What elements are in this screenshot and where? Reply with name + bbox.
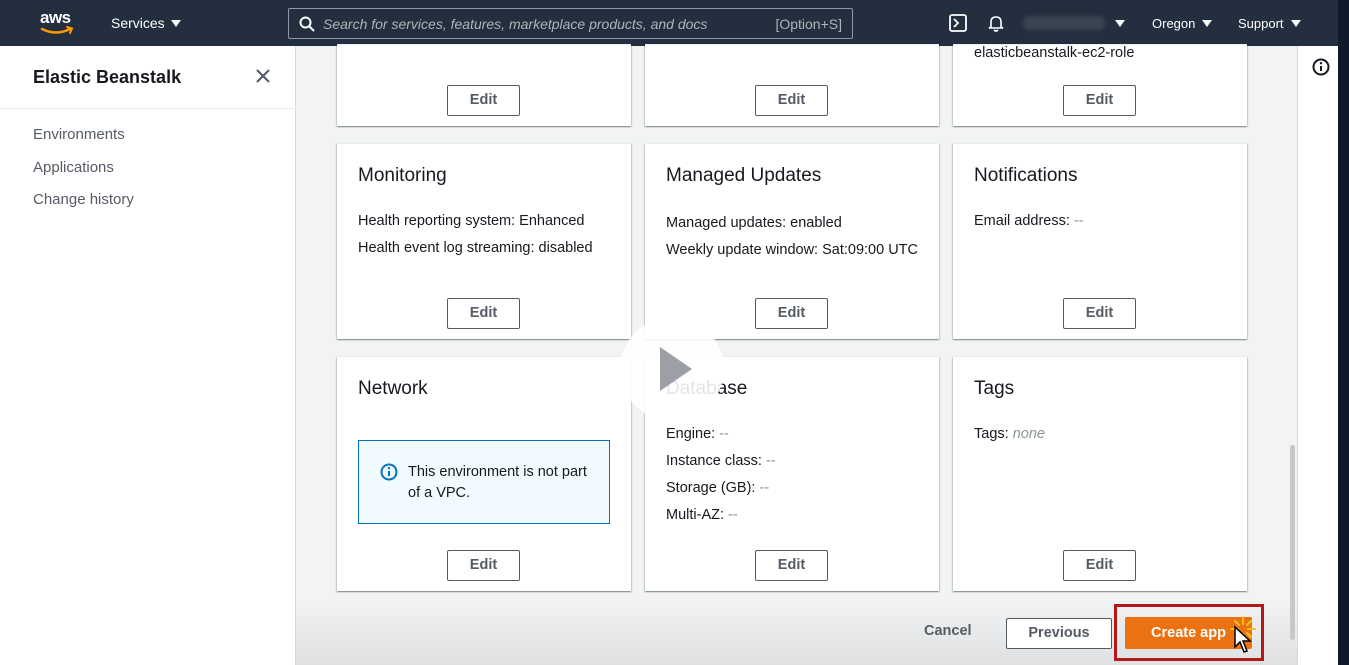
- card-top-1: Edit: [337, 44, 631, 126]
- divider: [0, 108, 296, 109]
- ec2-role-text: elasticbeanstalk-ec2-role: [974, 45, 1135, 61]
- search-shortcut: [Option+S]: [775, 15, 842, 32]
- info-icon[interactable]: [1312, 58, 1330, 76]
- aws-logo-text: aws: [40, 8, 71, 27]
- update-window-text: Weekly update window: Sat:09:00 UTC: [666, 242, 919, 258]
- sidebar-item-environments[interactable]: Environments: [33, 126, 134, 159]
- caret-down-icon: [1290, 20, 1301, 27]
- storage-value: --: [759, 480, 770, 496]
- card-notifications: Notifications Email address: -- Edit: [953, 143, 1247, 339]
- vpc-info-alert: This environment is not part of a VPC.: [358, 440, 610, 524]
- region-label: Oregon: [1152, 16, 1196, 31]
- engine-label: Engine:: [666, 426, 716, 442]
- card-title: Managed Updates: [666, 165, 822, 186]
- sidebar-title: Elastic Beanstalk: [33, 67, 182, 87]
- cloudshell-icon[interactable]: [949, 14, 967, 32]
- cancel-button[interactable]: Cancel: [910, 623, 986, 639]
- edit-button[interactable]: Edit: [447, 85, 520, 116]
- multi-az-label: Multi-AZ:: [666, 507, 724, 523]
- previous-button[interactable]: Previous: [1006, 618, 1112, 649]
- instance-class-row: Instance class: --: [666, 448, 919, 475]
- window-edge: [1338, 0, 1349, 665]
- card-top-2: Edit: [645, 44, 939, 126]
- card-tags: Tags Tags: none Edit: [953, 356, 1247, 591]
- card-security: elasticbeanstalk-ec2-role Edit: [953, 44, 1247, 126]
- services-label: Services: [111, 15, 165, 31]
- search-bar[interactable]: [Option+S]: [288, 8, 853, 39]
- aws-smile-icon: [40, 26, 74, 34]
- play-icon: [660, 347, 692, 391]
- mouse-cursor-icon: [1234, 625, 1252, 653]
- card-managed-updates: Managed Updates Managed updates: enabled…: [645, 143, 939, 339]
- support-menu[interactable]: Support: [1238, 16, 1301, 31]
- instance-class-value: --: [765, 453, 776, 469]
- caret-down-icon: [170, 19, 181, 27]
- scrollbar[interactable]: [1290, 445, 1295, 640]
- card-content: Engine: -- Instance class: -- Storage (G…: [666, 421, 919, 529]
- card-content: Tags: none: [974, 421, 1227, 448]
- tags-row: Tags: none: [974, 421, 1227, 448]
- email-address-row: Email address: --: [974, 208, 1227, 235]
- account-caret-down-icon[interactable]: [1115, 20, 1125, 27]
- account-menu[interactable]: [1023, 16, 1105, 30]
- edit-button[interactable]: Edit: [1063, 85, 1136, 116]
- bell-icon[interactable]: [987, 14, 1005, 32]
- card-monitoring: Monitoring Health reporting system: Enha…: [337, 143, 631, 339]
- top-navigation: aws Services [Option+S] Oregon Support: [0, 0, 1349, 46]
- services-menu[interactable]: Services: [111, 15, 181, 31]
- engine-value: --: [719, 426, 729, 442]
- multi-az-row: Multi-AZ: --: [666, 502, 919, 529]
- managed-updates-text: Managed updates: enabled: [666, 215, 842, 231]
- card-network: Network This environment is not part of …: [337, 356, 631, 591]
- close-icon[interactable]: [253, 66, 273, 86]
- email-label: Email address:: [974, 213, 1070, 229]
- health-log-streaming-text: Health event log streaming: disabled: [358, 240, 593, 256]
- storage-label: Storage (GB):: [666, 480, 756, 496]
- instance-class-label: Instance class:: [666, 453, 762, 469]
- storage-row: Storage (GB): --: [666, 475, 919, 502]
- card-title: Notifications: [974, 165, 1078, 186]
- vpc-alert-message: This environment is not part of a VPC.: [408, 464, 587, 501]
- video-play-button[interactable]: [620, 317, 724, 421]
- sidebar-nav: Environments Applications Change history: [33, 126, 134, 224]
- edit-button[interactable]: Edit: [755, 85, 828, 116]
- region-menu[interactable]: Oregon: [1152, 16, 1213, 31]
- tags-label: Tags:: [974, 426, 1009, 442]
- email-value: --: [1073, 213, 1084, 229]
- edit-button[interactable]: Edit: [755, 298, 828, 329]
- sidebar-item-change-history[interactable]: Change history: [33, 191, 134, 224]
- edit-button[interactable]: Edit: [1063, 550, 1136, 581]
- multi-az-value: --: [728, 507, 738, 523]
- support-label: Support: [1238, 16, 1284, 31]
- card-title: Monitoring: [358, 165, 447, 186]
- tags-value: none: [1012, 426, 1045, 442]
- card-content: Email address: --: [974, 208, 1227, 235]
- search-icon: [299, 16, 315, 32]
- card-content: Health reporting system: Enhanced Health…: [358, 208, 611, 262]
- aws-logo[interactable]: aws: [40, 9, 76, 37]
- edit-button[interactable]: Edit: [755, 550, 828, 581]
- sidebar-item-applications[interactable]: Applications: [33, 159, 134, 192]
- edit-button[interactable]: Edit: [1063, 298, 1136, 329]
- edit-button[interactable]: Edit: [447, 298, 520, 329]
- caret-down-icon: [1202, 20, 1213, 27]
- card-title: Tags: [974, 378, 1015, 399]
- card-title: Network: [358, 378, 428, 399]
- engine-row: Engine: --: [666, 421, 919, 448]
- search-input[interactable]: [315, 15, 776, 32]
- sidebar: Elastic Beanstalk Environments Applicati…: [0, 46, 296, 665]
- card-content: Managed updates: enabled Weekly update w…: [666, 212, 919, 261]
- health-reporting-text: Health reporting system: Enhanced: [358, 213, 585, 229]
- info-icon: [380, 463, 398, 481]
- edit-button[interactable]: Edit: [447, 550, 520, 581]
